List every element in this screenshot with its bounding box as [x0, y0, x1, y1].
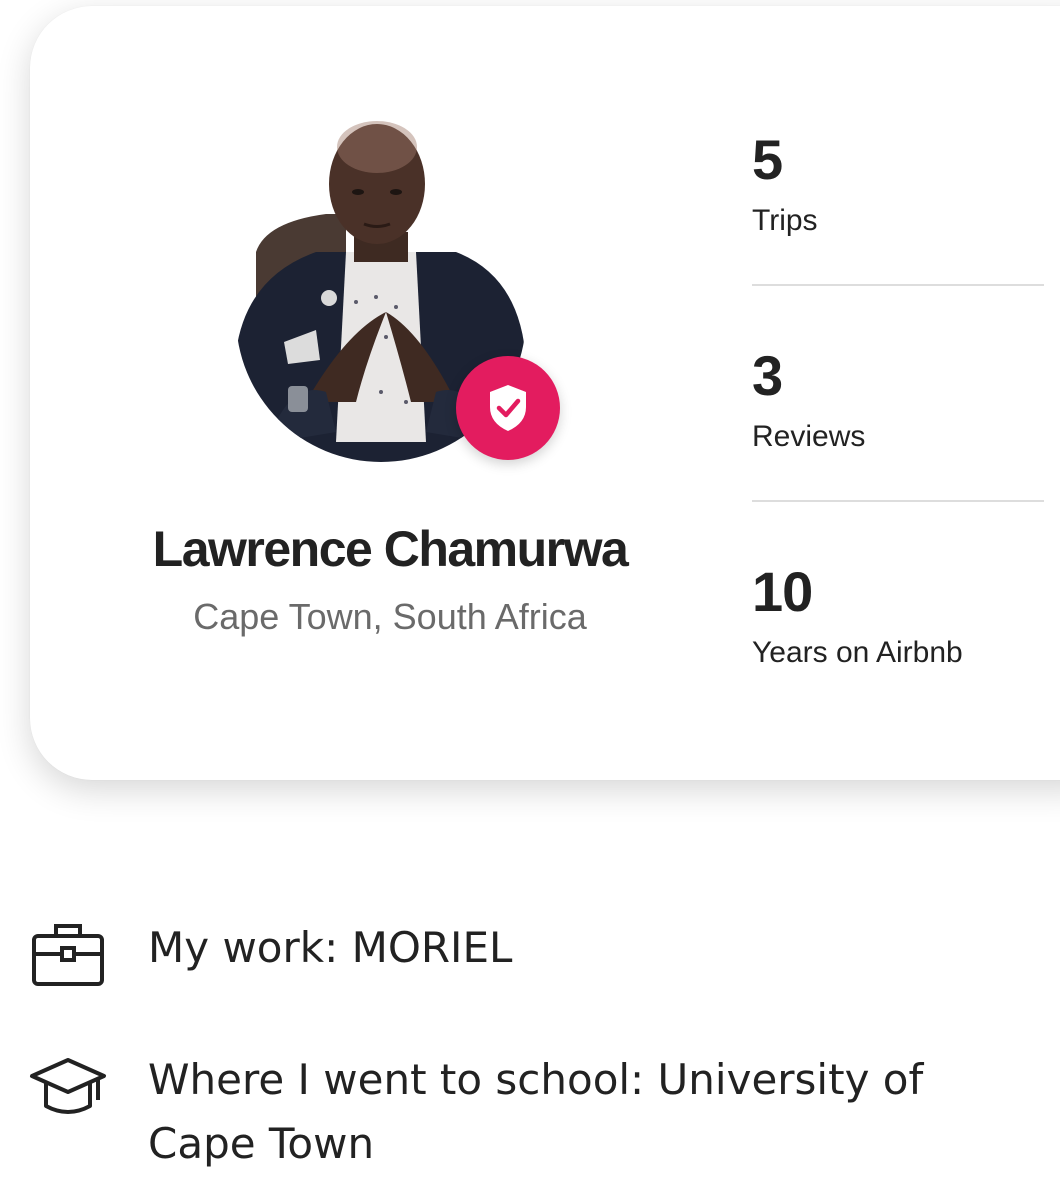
about-work: My work: MORIEL: [28, 916, 1028, 996]
verified-badge: [456, 356, 560, 460]
stat-label: Years on Airbnb: [752, 636, 963, 669]
graduation-cap-icon: [30, 1058, 106, 1114]
stat-years: 10 Years on Airbnb: [752, 562, 1044, 670]
about-school-text: Where I went to school: University of Ca…: [148, 1055, 924, 1168]
stat-value: 10: [752, 560, 813, 623]
stat-reviews[interactable]: 3 Reviews: [752, 346, 1044, 454]
stat-divider: [752, 284, 1044, 286]
stat-label: Trips: [752, 204, 818, 237]
stat-divider: [752, 500, 1044, 502]
host-location: Cape Town, South Africa: [193, 596, 587, 637]
stat-value: 3: [752, 344, 783, 407]
stat-trips: 5 Trips: [752, 130, 1044, 238]
shield-check-icon: [490, 385, 526, 431]
host-name: Lawrence Chamurwa: [152, 521, 629, 577]
about-work-text: My work: MORIEL: [148, 923, 513, 972]
stat-value: 5: [752, 128, 783, 191]
profile-page: Lawrence Chamurwa Cape Town, South Afric…: [0, 0, 1060, 1200]
briefcase-icon: [32, 924, 104, 986]
about-school: Where I went to school: University of Ca…: [28, 1048, 1028, 1176]
stat-label: Reviews: [752, 420, 866, 453]
